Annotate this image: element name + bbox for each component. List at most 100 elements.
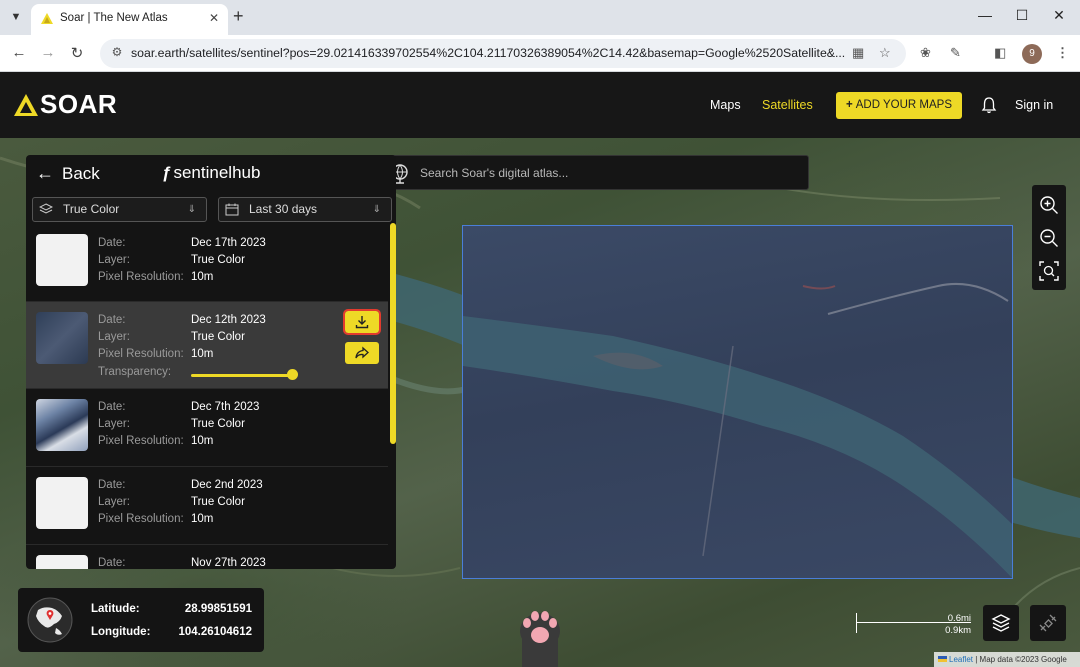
browser-toolbar: ← → ↻ ⚙ soar.earth/satellites/sentinel?p… — [0, 35, 1080, 72]
list-item[interactable]: Date: Dec 2nd 2023 Layer: True Color Pix… — [26, 467, 388, 545]
download-button[interactable] — [343, 309, 381, 335]
side-panel-icon[interactable]: ◧ — [994, 45, 1006, 61]
menu-kebab-icon[interactable]: ⋮ — [1056, 45, 1069, 61]
layer-select-value: True Color — [63, 202, 120, 216]
layer-value: True Color — [191, 331, 245, 343]
scale-tick — [856, 613, 857, 633]
resolution-label: Pixel Resolution: — [98, 435, 184, 447]
layer-select[interactable]: True Color ⇓ — [32, 197, 207, 222]
nav-satellites[interactable]: Satellites — [762, 98, 813, 112]
address-bar[interactable]: ⚙ soar.earth/satellites/sentinel?pos=29.… — [100, 39, 906, 68]
share-button[interactable] — [345, 342, 379, 364]
longitude-value: 104.26104612 — [178, 626, 252, 638]
new-tab-icon[interactable]: + — [233, 6, 244, 27]
window-close-icon[interactable]: ✕ — [1049, 7, 1069, 24]
calendar-icon — [225, 203, 239, 216]
leaflet-link[interactable]: Leaflet — [949, 655, 973, 664]
layer-label: Layer: — [98, 254, 130, 266]
add-your-maps-button[interactable]: + ADD YOUR MAPS — [836, 92, 962, 119]
list-scrollbar[interactable] — [390, 223, 396, 444]
layer-value: True Color — [191, 418, 245, 430]
map-scale: 0.6mi 0.9km — [852, 613, 977, 639]
tab-close-icon[interactable]: ✕ — [209, 11, 219, 25]
back-button[interactable]: ← Back — [36, 163, 100, 184]
forward-nav-icon[interactable]: → — [39, 44, 57, 61]
satellite-button[interactable] — [1030, 605, 1066, 641]
site-header: SOAR Maps Satellites + ADD YOUR MAPS Sign… — [0, 72, 1080, 138]
flag-icon — [938, 656, 947, 662]
list-item[interactable]: Date: Nov 27th 2023 — [26, 545, 388, 569]
list-item[interactable]: Date: Dec 17th 2023 Layer: True Color Pi… — [26, 224, 388, 302]
resolution-label: Pixel Resolution: — [98, 348, 184, 360]
nav-maps[interactable]: Maps — [710, 98, 741, 112]
satellite-sidebar: ← Back ƒ sentinelhub True Color ⇓ Last 30 … — [26, 155, 396, 569]
date-value: Nov 27th 2023 — [191, 557, 266, 569]
date-label: Date: — [98, 237, 126, 249]
tab-title: Soar | The New Atlas — [60, 12, 168, 24]
zoom-fit-icon[interactable] — [1039, 261, 1059, 281]
sentinel-image-overlay[interactable] — [462, 225, 1013, 579]
puzzle-icon[interactable]: ✎ — [950, 45, 961, 61]
profile-avatar[interactable]: 9 — [1022, 44, 1042, 64]
transparency-slider[interactable] — [191, 374, 293, 377]
select-arrow-icon: ⇓ — [187, 204, 196, 215]
download-icon — [355, 316, 369, 329]
image-thumbnail — [36, 477, 88, 529]
back-label: Back — [62, 164, 100, 183]
tab-search-icon[interactable]: ▼ — [6, 7, 26, 27]
image-thumbnail — [36, 312, 88, 364]
longitude-label: Longitude: — [91, 626, 151, 638]
soar-logo-icon[interactable] — [14, 94, 38, 116]
image-thumbnail — [36, 399, 88, 451]
date-label: Date: — [98, 401, 126, 413]
map-attribution: Leaflet | Map data ©2023 Google — [934, 652, 1080, 667]
latitude-label: Latitude: — [91, 603, 140, 615]
resolution-value: 10m — [191, 271, 214, 283]
notifications-bell-icon[interactable] — [981, 96, 997, 114]
transparency-slider-handle[interactable] — [287, 369, 298, 380]
select-arrow-icon: ⇓ — [372, 204, 381, 215]
list-item[interactable]: Date: Dec 7th 2023 Layer: True Color Pix… — [26, 389, 388, 467]
basemap-layers-button[interactable] — [983, 605, 1019, 641]
translate-icon[interactable]: ▦ — [852, 45, 864, 61]
zoom-controls — [1032, 185, 1066, 290]
date-value: Dec 17th 2023 — [191, 237, 266, 249]
bookmark-star-icon[interactable]: ☆ — [879, 45, 891, 61]
url-text[interactable]: soar.earth/satellites/sentinel?pos=29.02… — [131, 46, 849, 60]
back-nav-icon[interactable]: ← — [10, 44, 28, 61]
layer-value: True Color — [191, 254, 245, 266]
soar-favicon-icon — [41, 13, 53, 24]
back-arrow-icon: ← — [36, 163, 54, 183]
list-item-selected[interactable]: Date: Dec 12th 2023 Layer: True Color Pi… — [26, 302, 388, 389]
coordinates-panel: Latitude: 28.99851591 Longitude: 104.261… — [18, 588, 264, 652]
layer-label: Layer: — [98, 418, 130, 430]
reload-icon[interactable]: ↻ — [68, 44, 86, 62]
zoom-in-icon[interactable] — [1039, 195, 1059, 215]
resolution-label: Pixel Resolution: — [98, 271, 184, 283]
zoom-out-icon[interactable] — [1039, 228, 1059, 248]
transparency-label: Transparency: — [98, 366, 172, 378]
image-thumbnail — [36, 234, 88, 286]
search-bar — [379, 155, 809, 190]
resolution-value: 10m — [191, 513, 214, 525]
layers-icon — [39, 203, 53, 214]
date-range-select[interactable]: Last 30 days ⇓ — [218, 197, 392, 222]
maximize-icon[interactable]: ☐ — [1012, 7, 1032, 24]
extension-icon[interactable]: ❀ — [920, 45, 931, 61]
share-arrow-icon — [355, 346, 369, 359]
sidebar-header: ← Back ƒ sentinelhub — [26, 155, 396, 195]
latitude-value: 28.99851591 — [184, 603, 252, 615]
browser-tab[interactable]: Soar | The New Atlas ✕ — [31, 4, 228, 35]
resolution-label: Pixel Resolution: — [98, 513, 184, 525]
date-value: Dec 7th 2023 — [191, 401, 260, 413]
search-input[interactable] — [420, 156, 800, 189]
resolution-value: 10m — [191, 348, 214, 360]
date-label: Date: — [98, 479, 126, 491]
soar-logo-text[interactable]: SOAR — [40, 89, 117, 120]
scale-km: 0.9km — [945, 625, 971, 636]
sign-in-link[interactable]: Sign in — [1015, 98, 1053, 112]
site-info-icon[interactable]: ⚙ — [109, 45, 125, 61]
resolution-value: 10m — [191, 435, 214, 447]
minimize-icon[interactable]: — — [975, 7, 995, 23]
layer-value: True Color — [191, 496, 245, 508]
